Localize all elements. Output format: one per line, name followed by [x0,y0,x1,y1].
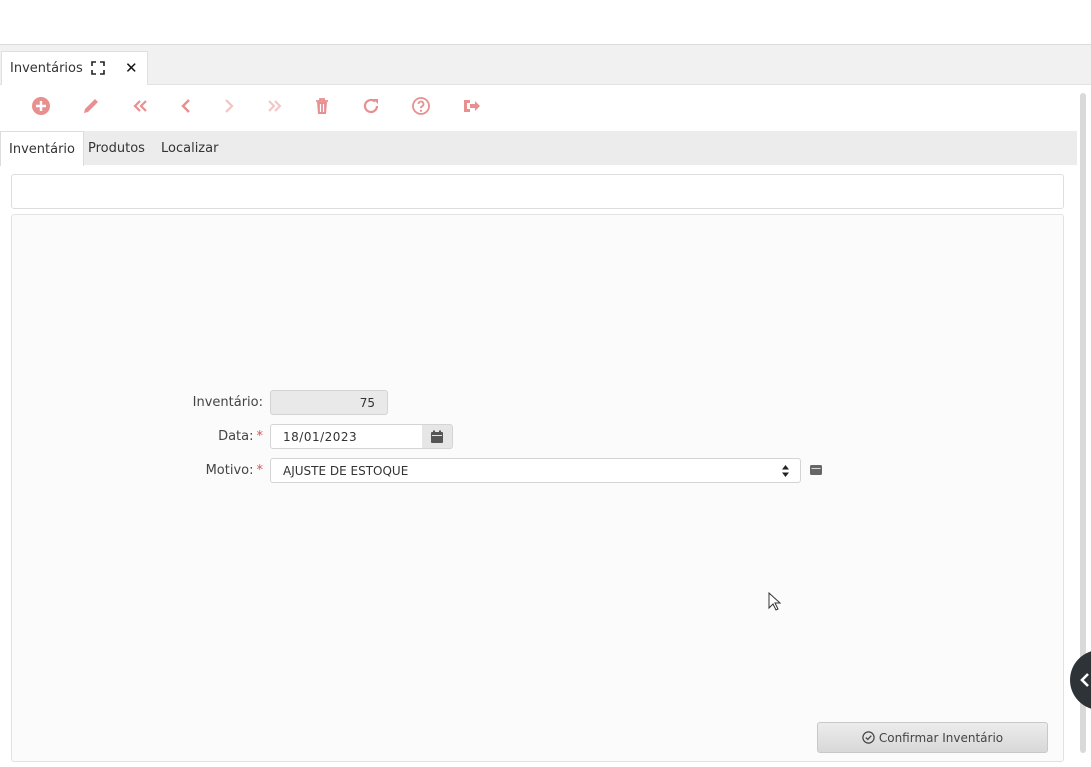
select-caret-icon [782,465,789,477]
motivo-value: AJUSTE DE ESTOQUE [283,463,409,478]
tab-localizar[interactable]: Localizar [153,131,226,165]
next-record-button[interactable] [217,94,241,118]
form-panel [11,214,1064,762]
tab-inventario-label: Inventário [9,141,75,157]
maximize-icon[interactable] [91,61,105,75]
inventario-label: Inventário: [192,395,263,410]
help-button[interactable] [409,94,433,118]
trash-icon [316,98,328,114]
record-toolbar [0,86,1080,128]
edit-button[interactable] [79,94,103,118]
check-circle-icon [862,731,875,744]
app-header [0,0,1091,45]
side-panel-toggle[interactable] [1070,650,1091,710]
double-chevron-left-icon [133,100,147,112]
add-button[interactable] [29,94,53,118]
refresh-button[interactable] [359,94,383,118]
last-record-button[interactable] [263,94,287,118]
form-tabs: Inventário Produtos Localizar [0,131,1077,166]
date-field[interactable]: 18/01/2023 [270,424,423,449]
double-chevron-right-icon [268,100,282,112]
date-value: 18/01/2023 [283,429,358,444]
header-panel [11,174,1064,209]
chevron-left-icon [1080,673,1089,687]
motivo-select[interactable]: AJUSTE DE ESTOQUE [270,458,801,483]
confirm-inventory-button[interactable]: Confirmar Inventário [817,722,1048,753]
question-circle-icon [412,97,430,115]
inventario-number-field: 75 [270,390,388,415]
motivo-label: Motivo: * [205,463,264,478]
delete-button[interactable] [310,94,334,118]
exit-button[interactable] [459,94,483,118]
document-tab-label: Inventários [10,61,83,76]
tab-produtos[interactable]: Produtos [80,131,153,165]
list-lookup-icon[interactable] [810,465,822,475]
chevron-left-icon [181,99,190,113]
calendar-icon [431,430,443,443]
required-mark: * [256,429,264,444]
tab-localizar-label: Localizar [161,140,219,156]
chevron-right-icon [225,99,234,113]
sign-out-icon [464,100,480,112]
previous-record-button[interactable] [174,94,198,118]
document-tab-inventarios[interactable]: Inventários ✕ [1,51,148,85]
tab-inventario[interactable]: Inventário [0,131,84,166]
pencil-icon [84,99,98,113]
confirm-inventory-label: Confirmar Inventário [878,730,1004,745]
first-record-button[interactable] [128,94,152,118]
data-label: Data: * [218,429,264,444]
inventario-number-value: 75 [359,395,375,410]
refresh-icon [363,98,379,114]
calendar-button[interactable] [422,424,453,449]
mouse-cursor-icon [768,592,782,611]
document-tab-strip: Inventários ✕ [0,45,1091,85]
plus-circle-icon [32,97,50,115]
close-tab-icon[interactable]: ✕ [125,59,138,77]
tab-produtos-label: Produtos [88,140,145,156]
required-mark: * [256,463,264,478]
